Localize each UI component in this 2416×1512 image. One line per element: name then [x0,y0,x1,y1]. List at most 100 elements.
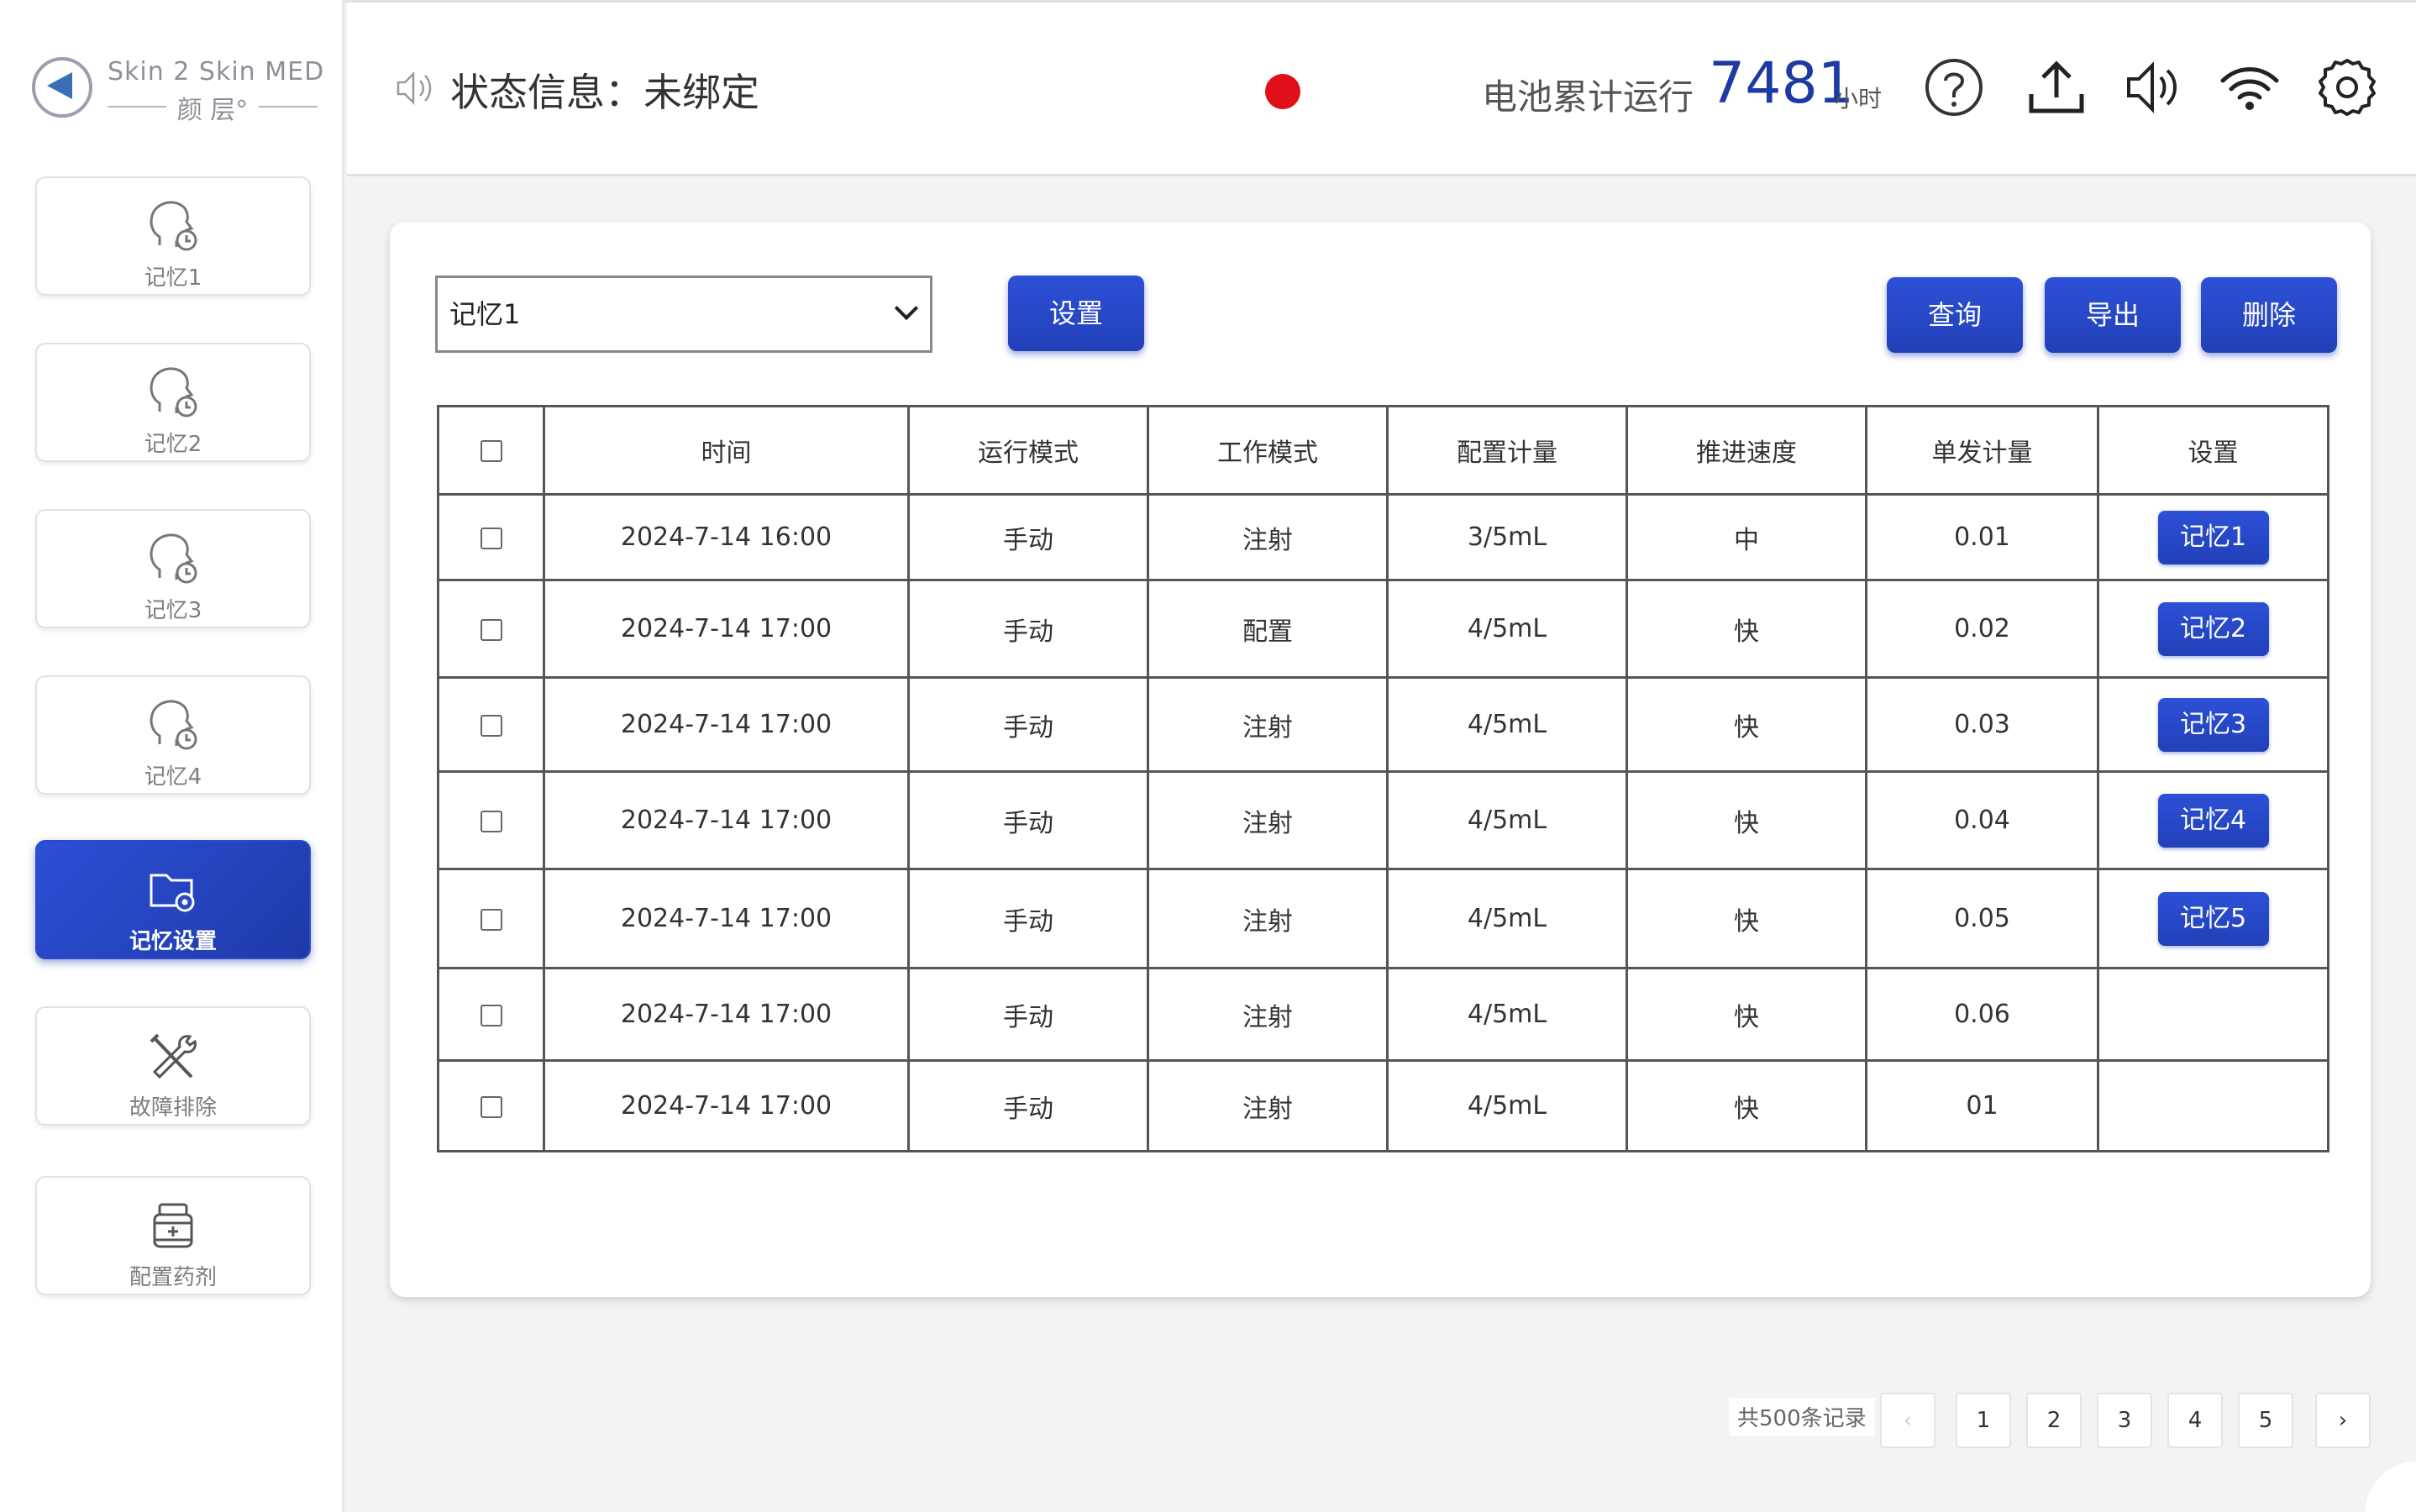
row-checkbox[interactable] [480,1095,502,1118]
cell-work-mode: 注射 [1147,770,1389,870]
pagination-next-button[interactable]: › [2315,1393,2371,1448]
cell-work-mode: 注射 [1147,676,1389,773]
export-button[interactable]: 导出 [2045,277,2181,353]
row-checkbox[interactable] [480,810,502,832]
sidebar-item-troubleshoot[interactable]: 故障排除 [35,1006,311,1126]
sidebar-item-label: 配置药剂 [129,1265,217,1290]
cell-dose: 0.05 [1865,868,2099,969]
upload-icon[interactable] [2025,55,2088,119]
cell-speed: 快 [1626,676,1867,773]
cell-config: 4/5mL [1386,579,1628,679]
select-all-cell [437,405,545,496]
head-clock-icon [150,533,197,584]
help-icon[interactable] [1922,55,1986,119]
column-header-speed: 推进速度 [1626,405,1867,496]
cell-settings: 记忆1 [2097,493,2329,581]
settings-icon[interactable] [2315,55,2379,119]
cell-speed: 快 [1626,1059,1867,1152]
pagination-page-3[interactable]: 3 [2097,1393,2152,1448]
cell-config: 4/5mL [1386,1059,1628,1152]
cell-config: 3/5mL [1386,493,1628,581]
memory-select[interactable]: 记忆1 [435,276,932,353]
cell-settings [2097,967,2329,1062]
logo-text-cn: 颜 层° [108,89,318,126]
pagination-page-5[interactable]: 5 [2238,1393,2293,1448]
row-checkbox-cell [437,868,545,969]
cell-time: 2024-7-14 17:00 [543,579,910,679]
cell-dose: 0.01 [1865,493,2099,581]
wifi-icon[interactable] [2218,55,2282,119]
cell-time: 2024-7-14 17:00 [543,1059,910,1152]
volume-icon[interactable] [2122,55,2186,119]
cell-dose: 0.02 [1865,579,2099,679]
cell-config: 4/5mL [1386,676,1628,773]
memory-button[interactable]: 记忆4 [2157,793,2269,848]
cell-dose: 0.06 [1865,967,2099,1062]
sidebar-item-memory3[interactable]: 记忆3 [35,509,311,628]
sidebar-item-memory4[interactable]: 记忆4 [35,675,311,795]
row-checkbox[interactable] [480,714,502,737]
column-header-work-mode: 工作模式 [1147,405,1389,496]
cell-work-mode: 注射 [1147,967,1389,1062]
query-button[interactable]: 查询 [1887,277,2023,353]
cell-work-mode: 注射 [1147,493,1389,581]
row-checkbox[interactable] [480,908,502,931]
cell-run-mode: 手动 [907,493,1149,581]
memory-button[interactable]: 记忆1 [2157,510,2269,564]
set-button[interactable]: 设置 [1008,276,1144,351]
column-header-time: 时间 [543,405,910,496]
sidebar-item-configure-drug[interactable]: 配置药剂 [35,1176,311,1295]
head-clock-icon [150,201,197,251]
cell-speed: 快 [1626,579,1867,679]
memory-button[interactable]: 记忆2 [2157,601,2269,656]
row-checkbox[interactable] [480,527,502,549]
sidebar-item-label: 记忆设置 [129,929,217,954]
cell-work-mode: 配置 [1147,579,1389,679]
row-checkbox[interactable] [480,618,502,641]
logo-mark-icon [47,72,72,99]
memory-button[interactable]: 记忆5 [2157,891,2269,946]
cell-settings: 记忆2 [2097,579,2329,679]
row-checkbox[interactable] [480,1004,502,1026]
pagination-page-1[interactable]: 1 [1956,1393,2011,1448]
head-clock-icon [150,367,197,417]
sidebar-item-label: 记忆4 [144,764,202,790]
cell-speed: 快 [1626,868,1867,969]
pagination-page-4[interactable]: 4 [2167,1393,2223,1448]
pagination-prev-button[interactable]: ‹ [1880,1393,1935,1448]
cell-time: 2024-7-14 17:00 [543,967,910,1062]
row-checkbox-cell [437,967,545,1062]
row-checkbox-cell [437,1059,545,1152]
memory-button[interactable]: 记忆3 [2157,697,2269,752]
head-clock-icon [150,700,197,750]
cell-run-mode: 手动 [907,676,1149,773]
cell-time: 2024-7-14 17:00 [543,770,910,870]
cell-run-mode: 手动 [907,770,1149,870]
cell-run-mode: 手动 [907,868,1149,969]
table-row: 2024-7-14 16:00 手动 注射 3/5mL 中 0.01 记忆1 [437,493,2329,581]
sidebar-item-memory1[interactable]: 记忆1 [35,176,311,296]
status-info: 状态信息：未绑定 [450,70,759,115]
delete-button[interactable]: 删除 [2201,277,2337,353]
battery-runtime-label: 电池累计运行 [1482,76,1694,118]
cell-settings: 记忆3 [2097,676,2329,773]
speaker-icon [397,71,432,106]
row-checkbox-cell [437,579,545,679]
memory-settings-card: 记忆1 设置 查询 导出 删除 时间 运行模式 工作模式 配置计量 推进速度 单… [390,222,2371,1297]
logo-text-latin: Skin 2 Skin MED [108,57,325,87]
cell-speed: 快 [1626,967,1867,1062]
cell-settings: 记忆5 [2097,868,2329,969]
chevron-down-icon [894,296,919,321]
select-all-checkbox[interactable] [480,440,502,462]
sidebar-item-label: 故障排除 [129,1095,217,1121]
cell-speed: 中 [1626,493,1867,581]
sidebar-item-label: 记忆1 [144,265,202,291]
cell-run-mode: 手动 [907,967,1149,1062]
table-row: 2024-7-14 17:00 手动 注射 4/5mL 快 0.05 记忆5 [437,868,2329,969]
sidebar-item-memory-settings[interactable]: 记忆设置 [35,840,311,959]
sidebar-item-memory2[interactable]: 记忆2 [35,343,311,462]
cell-settings [2097,1059,2329,1152]
row-checkbox-cell [437,676,545,773]
pagination-page-2[interactable]: 2 [2026,1393,2082,1448]
cell-settings: 记忆4 [2097,770,2329,870]
